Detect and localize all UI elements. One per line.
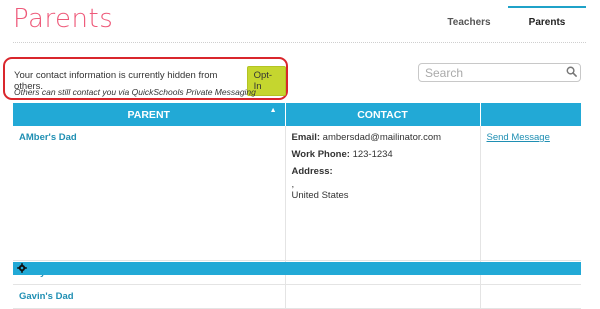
column-header-contact: CONTACT — [285, 103, 481, 126]
email-line: Email: ambersdad@mailinator.com — [292, 132, 474, 143]
phone-label: Work Phone: — [291, 149, 350, 160]
parents-table: PARENT ▲ CONTACT AMber's Dad Email: ambe… — [13, 103, 581, 309]
phone-line: Work Phone: 123-1234 — [292, 149, 474, 160]
table-row: Gavin's Dad — [13, 284, 581, 309]
column-header-parent[interactable]: PARENT ▲ — [13, 103, 286, 126]
search-icon[interactable] — [566, 66, 577, 77]
table-row: AMber's Dad Email: ambersdad@mailinator.… — [13, 126, 581, 261]
header-divider — [13, 42, 586, 43]
column-header-actions — [480, 103, 581, 126]
sort-asc-icon: ▲ — [269, 107, 277, 114]
search-input[interactable] — [418, 63, 581, 82]
tab-parents[interactable]: Parents — [508, 6, 586, 34]
page-title: Parents — [13, 4, 114, 34]
tab-teachers[interactable]: Teachers — [430, 6, 508, 34]
tab-bar: Teachers Parents — [430, 6, 586, 34]
gear-icon[interactable] — [17, 263, 27, 273]
address-value: , — [291, 179, 295, 190]
privacy-notice: Your contact information is currently hi… — [3, 57, 288, 100]
table-header-row: PARENT ▲ CONTACT — [13, 103, 581, 126]
table-footer-bar — [13, 262, 581, 275]
send-message-link[interactable]: Send Message — [487, 132, 550, 143]
address-country: United States — [291, 190, 349, 201]
notice-note: Others can still contact you via QuickSc… — [14, 87, 256, 97]
address-label: Address: — [291, 166, 333, 177]
parent-name-link[interactable]: Gavin's Dad — [19, 291, 74, 302]
phone-value: 123-1234 — [352, 149, 393, 160]
email-label: Email: — [291, 132, 321, 143]
parent-name-link[interactable]: AMber's Dad — [19, 132, 77, 143]
address-line: Address: — [292, 166, 474, 177]
email-value: ambersdad@mailinator.com — [322, 132, 442, 143]
